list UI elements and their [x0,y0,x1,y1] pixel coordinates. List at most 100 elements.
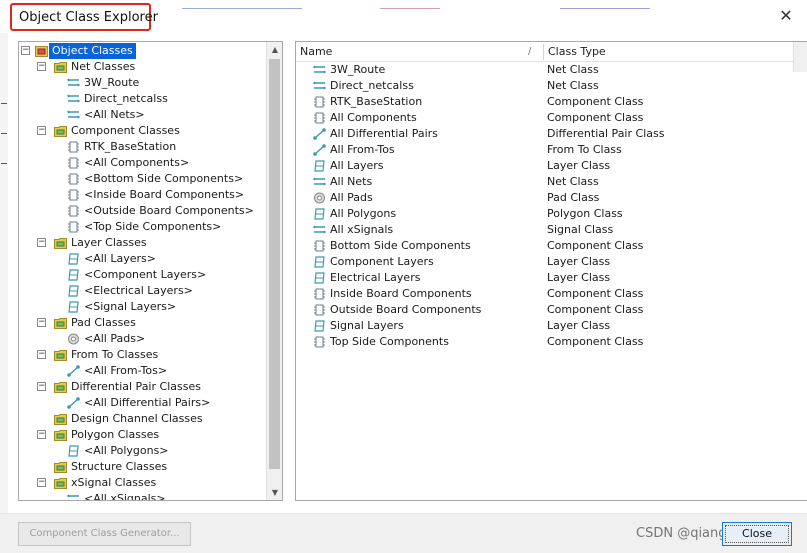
layer-icon [313,160,326,172]
tree-item[interactable]: − Pad Classes [19,315,267,331]
tree-item[interactable]: − Net Classes [19,59,267,75]
tree-item-label: <All Pads> [84,332,146,345]
collapse-toggle-icon[interactable]: − [37,238,46,247]
tree-item[interactable]: − Layer Classes [19,235,267,251]
tree-item[interactable]: <Signal Layers> [19,299,267,315]
class-list[interactable]: Name / Class Type 3W_Route Net Class Direc… [295,41,807,501]
tree-item[interactable]: − Component Classes [19,123,267,139]
tree-item[interactable]: <Component Layers> [19,267,267,283]
list-row[interactable]: All xSignals Signal Class [296,222,807,238]
close-button[interactable]: Close [722,522,792,546]
list-row[interactable]: Electrical Layers Layer Class [296,270,807,286]
tree-item[interactable]: <All From-Tos> [19,363,267,379]
diffpair-icon [67,397,80,409]
list-row-class-type: Net Class [547,79,599,92]
collapse-toggle-icon[interactable]: − [37,350,46,359]
tree-scrollbar[interactable]: ▲ ▼ [266,42,282,500]
collapse-toggle-icon[interactable]: − [21,46,30,55]
column-separator[interactable] [543,44,544,60]
tree-item[interactable]: <All Nets> [19,107,267,123]
tree-item[interactable]: 3W_Route [19,75,267,91]
list-row[interactable]: Component Layers Layer Class [296,254,807,270]
list-row-class-type: Component Class [547,335,644,348]
list-row[interactable]: Inside Board Components Component Class [296,286,807,302]
tree-item[interactable]: <All Pads> [19,331,267,347]
list-row-class-type: Polygon Class [547,207,623,220]
list-row-class-type: Differential Pair Class [547,127,665,140]
layer-icon [67,269,80,281]
collapse-toggle-icon[interactable]: − [37,318,46,327]
list-row[interactable]: All Differential Pairs Differential Pair … [296,126,807,142]
tree-item[interactable]: <Top Side Components> [19,219,267,235]
list-row[interactable]: All Polygons Polygon Class [296,206,807,222]
list-scrollbar[interactable] [793,42,807,72]
edge-mark [1,133,7,134]
list-row[interactable]: All Components Component Class [296,110,807,126]
collapse-toggle-icon[interactable]: − [37,62,46,71]
layer-icon [313,272,326,284]
layer-icon [313,320,326,332]
list-row[interactable]: Signal Layers Layer Class [296,318,807,334]
tree-item[interactable]: <All Components> [19,155,267,171]
list-row-name: All xSignals [330,223,394,236]
tree-item[interactable]: Structure Classes [19,459,267,475]
tree-item[interactable]: <All Layers> [19,251,267,267]
tree-item[interactable]: − Object Classes [19,43,267,59]
list-row[interactable]: RTK_BaseStation Component Class [296,94,807,110]
tree-item[interactable]: Direct_netcalss [19,91,267,107]
list-row[interactable]: All From-Tos From To Class [296,142,807,158]
list-row[interactable]: All Layers Layer Class [296,158,807,174]
list-row[interactable]: All Nets Net Class [296,174,807,190]
close-icon[interactable]: ✕ [775,4,797,26]
list-row-class-type: Layer Class [547,159,611,172]
tree-item[interactable]: − Differential Pair Classes [19,379,267,395]
list-row-class-type: Net Class [547,175,599,188]
list-row[interactable]: Direct_netcalss Net Class [296,78,807,94]
list-row-class-type: Signal Class [547,223,614,236]
list-row[interactable]: Bottom Side Components Component Class [296,238,807,254]
scrollbar-thumb[interactable] [269,59,280,469]
fromto-icon [67,365,80,377]
tree-item[interactable]: <Outside Board Components> [19,203,267,219]
column-header-class-type[interactable]: Class Type [548,42,606,62]
list-row-name: All Layers [330,159,384,172]
tree-rows: − Object Classes − Net Classes 3W_Route Direc… [19,43,267,500]
tree-item[interactable]: <All Polygons> [19,443,267,459]
tree-item[interactable]: <Bottom Side Components> [19,171,267,187]
collapse-toggle-icon[interactable]: − [37,382,46,391]
column-header-name[interactable]: Name [300,42,332,62]
tree-item[interactable]: <All xSignals> [19,491,267,500]
tree-item[interactable]: Design Channel Classes [19,411,267,427]
tree-item[interactable]: − Polygon Classes [19,427,267,443]
collapse-toggle-icon[interactable]: − [37,478,46,487]
list-row[interactable]: 3W_Route Net Class [296,62,807,78]
list-row-name: Electrical Layers [330,271,421,284]
tree-item-label: <Signal Layers> [84,300,177,313]
tree-item[interactable]: <All Differential Pairs> [19,395,267,411]
component-class-generator-button[interactable]: Component Class Generator... [18,522,191,546]
background-line [182,8,302,9]
sort-indicator-icon: / [528,46,532,57]
component-icon [313,288,326,300]
object-classes-icon [35,45,48,57]
list-row-name: All From-Tos [330,143,395,156]
list-row-name: Outside Board Components [330,303,482,316]
list-row[interactable]: Top Side Components Component Class [296,334,807,350]
tree-item[interactable]: <Inside Board Components> [19,187,267,203]
collapse-toggle-icon[interactable]: − [37,126,46,135]
tree-item[interactable]: − xSignal Classes [19,475,267,491]
list-row[interactable]: Outside Board Components Component Class [296,302,807,318]
list-row[interactable]: All Pads Pad Class [296,190,807,206]
tree-item[interactable]: − From To Classes [19,347,267,363]
tree-item-label: Net Classes [71,60,136,73]
tree-item-label: Component Classes [71,124,180,137]
scroll-down-arrow-icon[interactable]: ▼ [267,485,282,500]
tree-item-label: <All From-Tos> [84,364,168,377]
tree-item[interactable]: RTK_BaseStation [19,139,267,155]
class-tree[interactable]: − Object Classes − Net Classes 3W_Route Direc… [18,41,283,501]
fromto-icon [313,144,326,156]
tree-item[interactable]: <Electrical Layers> [19,283,267,299]
scroll-up-arrow-icon[interactable]: ▲ [267,42,282,57]
pad-icon [313,192,326,204]
collapse-toggle-icon[interactable]: − [37,430,46,439]
